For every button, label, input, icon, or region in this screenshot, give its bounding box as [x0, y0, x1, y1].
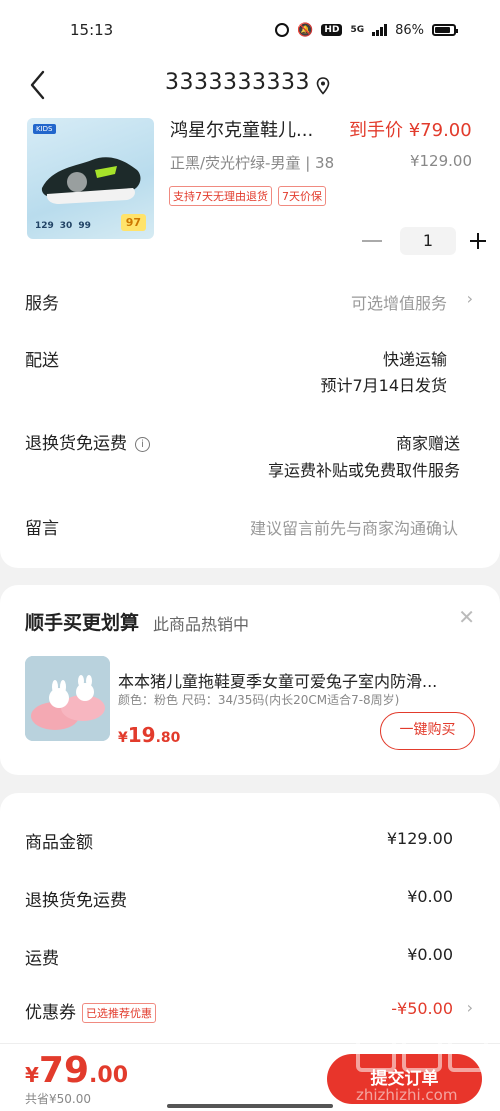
- image-price-badge: 97: [120, 214, 146, 231]
- alarm-icon: [275, 23, 290, 37]
- product-variant[interactable]: 正黑/荧光柠绿-男童 | 38: [170, 152, 334, 173]
- slipper-illustration: [25, 656, 110, 741]
- status-time: 15:13: [70, 21, 114, 39]
- quantity-stepper: 1: [362, 227, 486, 255]
- summary-label-goods: 商品金额: [25, 833, 93, 853]
- recommend-product-name[interactable]: 本本猪儿童拖鞋夏季女童可爱兔子室内防滑...: [118, 668, 478, 692]
- recommend-product-image[interactable]: [25, 656, 110, 741]
- return-label-text: 退换货免运费: [25, 434, 127, 454]
- chevron-left-icon[interactable]: [28, 68, 48, 102]
- summary-label-coupon[interactable]: 优惠券 已选推荐优惠: [25, 998, 156, 1023]
- chevron-right-icon[interactable]: ›: [467, 289, 473, 308]
- recommend-price: ¥19.80: [118, 723, 181, 747]
- shoe-illustration: [41, 157, 141, 204]
- chevron-right-icon[interactable]: ›: [467, 998, 473, 1017]
- image-stats: 129 30 99: [35, 221, 91, 231]
- summary-value-return: ¥0.00: [407, 887, 453, 906]
- coupon-tag: 已选推荐优惠: [82, 1003, 156, 1023]
- final-price: 到手价 ¥79.00: [349, 120, 472, 141]
- header: 3333333333: [0, 60, 500, 110]
- network-label: 5G: [350, 25, 365, 35]
- info-icon[interactable]: i: [135, 436, 150, 452]
- product-name[interactable]: 鸿星尔克童鞋儿...: [170, 116, 313, 142]
- one-click-buy-button[interactable]: 一键购买: [380, 712, 475, 750]
- quantity-input[interactable]: 1: [400, 227, 456, 255]
- summary-value-coupon[interactable]: -¥50.00: [391, 999, 453, 1018]
- return-value: 商家赠送: [395, 434, 460, 453]
- total-savings: 共省¥50.00: [25, 1092, 91, 1106]
- message-input[interactable]: 建议留言前先与商家沟通确认: [250, 515, 458, 539]
- service-value[interactable]: 可选增值服务: [351, 290, 447, 314]
- status-icons: 🔕 HD 5G 86%: [275, 22, 458, 38]
- battery-icon: [432, 24, 458, 36]
- product-tags: 支持7天无理由退货 7天价保: [169, 186, 326, 206]
- summary-label-return: 退换货免运费: [25, 891, 127, 911]
- original-price: ¥129.00: [409, 152, 472, 170]
- close-icon[interactable]: ✕: [458, 605, 475, 629]
- tag-no-reason-return: 支持7天无理由退货: [169, 186, 272, 206]
- delivery-date: 预计7月14日发货: [320, 376, 447, 395]
- price-summary-card: 商品金额 ¥129.00 退换货免运费 ¥0.00 运费 ¥0.00 优惠券 已选…: [0, 793, 500, 1043]
- plus-icon[interactable]: [470, 233, 486, 249]
- brand-logo: KIDS: [33, 124, 56, 134]
- submit-order-button[interactable]: 提交订单: [327, 1054, 482, 1104]
- battery-percent: 86%: [395, 22, 424, 38]
- coupon-label: 优惠券: [25, 1003, 76, 1023]
- delivery-label: 配送: [25, 351, 59, 371]
- minus-icon[interactable]: [362, 240, 382, 242]
- recommend-product-attrs: 颜色：粉色 尺码：34/35码(内长20CM适合7-8周岁): [118, 693, 400, 707]
- delivery-method[interactable]: 快递运输: [383, 346, 447, 370]
- hd-icon: HD: [321, 24, 343, 36]
- summary-value-shipping: ¥0.00: [407, 945, 453, 964]
- product-image[interactable]: KIDS 129 30 99 97: [27, 118, 154, 239]
- return-label: 退换货免运费 i: [25, 429, 150, 454]
- address-title[interactable]: 3333333333: [165, 70, 310, 95]
- service-label: 服务: [25, 294, 59, 314]
- location-pin-icon[interactable]: [316, 77, 330, 95]
- return-detail: 享运费补贴或免费取件服务: [267, 461, 460, 480]
- status-bar: 15:13 🔕 HD 5G 86%: [0, 0, 500, 60]
- summary-label-shipping: 运费: [25, 949, 59, 969]
- mute-icon: 🔕: [297, 22, 314, 38]
- tag-price-protect: 7天价保: [278, 186, 326, 206]
- total-price: ¥79.00: [25, 1050, 129, 1091]
- order-card: 3333333333 KIDS 129 30 99 97 鸿星尔克童鞋儿... …: [0, 60, 500, 568]
- signal-icon: [372, 24, 388, 36]
- home-indicator: [167, 1104, 333, 1108]
- recommend-title: 顺手买更划算: [25, 612, 140, 634]
- summary-value-goods: ¥129.00: [386, 829, 453, 848]
- recommend-card: 顺手买更划算 此商品热销中 ✕ 本本猪儿童拖鞋夏季女童可爱兔子室内防滑... 颜…: [0, 585, 500, 775]
- recommend-subtitle: 此商品热销中: [153, 615, 250, 634]
- message-label: 留言: [25, 519, 59, 539]
- checkout-bar: ¥79.00 共省¥50.00 提交订单: [0, 1043, 500, 1111]
